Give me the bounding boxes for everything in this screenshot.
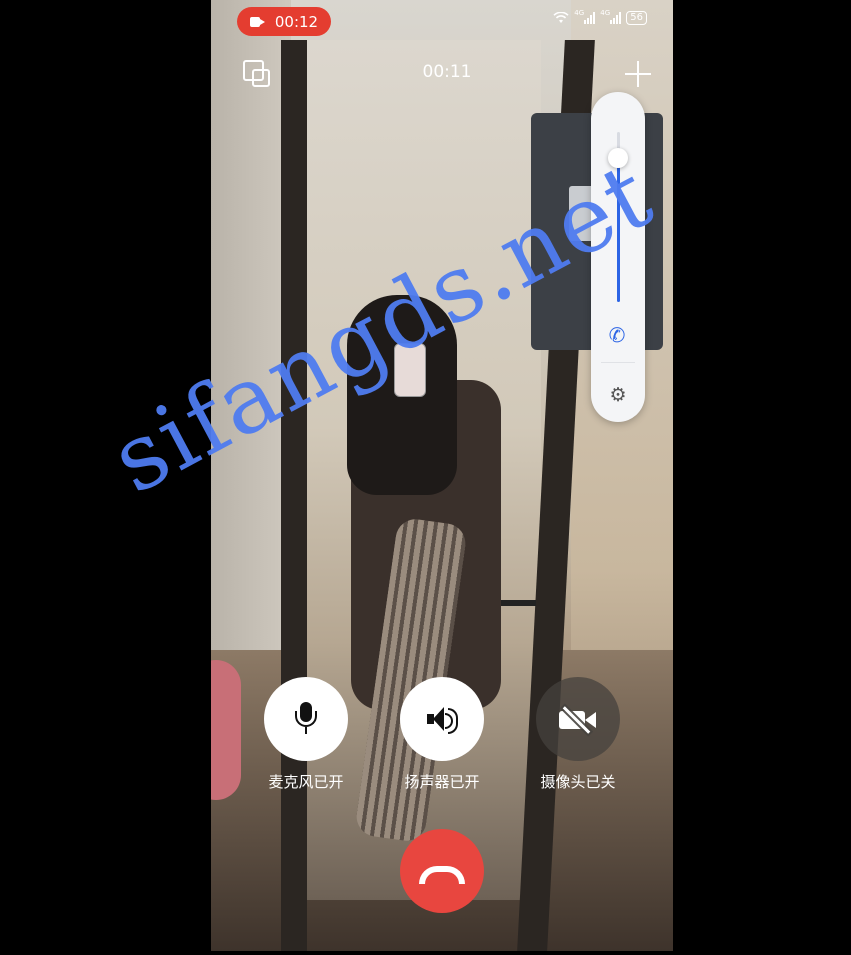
hang-up-button[interactable] [400, 829, 484, 913]
wifi-icon [553, 12, 569, 23]
network-type-1: 4G [574, 9, 585, 17]
battery-icon: 56 [626, 11, 647, 25]
speaker-button[interactable] [400, 677, 484, 761]
microphone-button[interactable] [264, 677, 348, 761]
add-participant-icon[interactable] [624, 60, 652, 88]
camera-control: 摄像头已关 [536, 677, 620, 792]
microphone-control: 麦克风已开 [264, 677, 348, 792]
signal-icon-1: 4G [574, 9, 596, 24]
call-timer: 00:11 [422, 62, 472, 82]
call-screen: 00:12 4G 4G 56 00:11 ✆ ⚙ 麦克风已开 扬声器已开 摄像头… [211, 0, 673, 951]
microphone-label: 麦克风已开 [268, 773, 344, 791]
camera-label: 摄像头已关 [540, 773, 616, 791]
volume-divider [601, 362, 635, 363]
speaker-icon [425, 705, 459, 734]
hang-up-icon [419, 866, 465, 884]
network-type-2: 4G [600, 9, 611, 17]
phone-icon: ✆ [608, 323, 626, 347]
signal-icon-2: 4G [600, 9, 622, 24]
recording-time: 00:12 [274, 12, 319, 31]
switch-window-icon[interactable] [243, 60, 271, 88]
speaker-control: 扬声器已开 [400, 677, 484, 792]
settings-icon[interactable]: ⚙ [607, 384, 629, 406]
camera-off-icon [557, 705, 599, 734]
recording-indicator[interactable]: 00:12 [237, 7, 331, 36]
video-camera-icon [249, 16, 265, 27]
microphone-icon [292, 702, 320, 736]
camera-button[interactable] [536, 677, 620, 761]
mirror-frame-left [281, 40, 307, 951]
pink-object [211, 660, 241, 800]
speaker-label: 扬声器已开 [404, 773, 480, 791]
status-icons: 4G 4G 56 [553, 9, 647, 25]
